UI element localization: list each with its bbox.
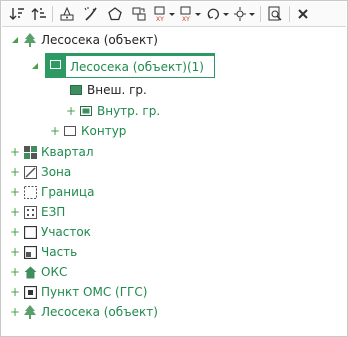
edit-icon[interactable] [58, 4, 76, 24]
tree-item-label: ЕЗП [41, 205, 66, 219]
part-icon [23, 245, 37, 259]
pin-icon[interactable] [232, 4, 256, 24]
collapse-icon[interactable] [10, 30, 20, 50]
rect-outline-icon [63, 124, 77, 138]
tree-icon [23, 305, 37, 319]
filled-rect-icon [69, 83, 83, 97]
toolbar: XY XY [2, 2, 346, 27]
sort-down-icon[interactable] [8, 4, 26, 24]
tree-item-inner-border[interactable]: + Внутр. гр. [66, 101, 160, 121]
tree-item-label: ОКС [41, 265, 68, 279]
brush-icon[interactable] [82, 4, 100, 24]
tree-item-label: Квартал [41, 145, 94, 159]
zone-icon [23, 165, 37, 179]
selected-expander[interactable] [30, 56, 40, 76]
rectangle-icon [50, 60, 61, 69]
tree-item-uchastok[interactable]: + Участок [10, 222, 91, 242]
tree-item-zona[interactable]: + Зона [10, 162, 71, 182]
tree-item-label: Внеш. гр. [87, 83, 147, 97]
expand-icon[interactable]: + [10, 302, 20, 322]
tree-item-label: Часть [41, 245, 78, 259]
quarter-icon [23, 145, 37, 159]
close-icon[interactable] [294, 4, 312, 24]
expand-icon[interactable]: + [66, 101, 76, 121]
expand-icon[interactable]: + [10, 282, 20, 302]
tree-item-label: Зона [41, 165, 72, 179]
tree-item-ezp[interactable]: + ЕЗП [10, 202, 65, 222]
expand-icon[interactable]: + [50, 121, 60, 141]
tree-item-label: Пункт ОМС (ГГС) [41, 285, 148, 299]
expand-icon[interactable]: + [10, 182, 20, 202]
tree-item-label: Внутр. гр. [97, 104, 161, 118]
expand-icon[interactable]: + [10, 222, 20, 242]
svg-text:XY: XY [182, 16, 190, 22]
border-icon [23, 185, 37, 199]
tree-icon [23, 33, 37, 47]
ezp-icon [23, 205, 37, 219]
oms-point-icon [23, 285, 37, 299]
tree-root[interactable]: Лесосека (объект) [10, 30, 158, 50]
object-tree-panel: XY XY Лесосека (объект) Лесосека (объект… [0, 0, 348, 337]
xy-transform-alt-icon[interactable]: XY [178, 4, 202, 24]
selected-tree-item[interactable]: Лесосека (объект)(1) [45, 53, 215, 78]
xy-transform-icon[interactable]: XY [152, 4, 176, 24]
tree-item-contour[interactable]: + Контур [50, 121, 126, 141]
tree-item-lesoseka[interactable]: + Лесосека (объект) [10, 302, 158, 322]
tree-root-label: Лесосека (объект) [41, 33, 158, 47]
find-icon[interactable] [266, 4, 284, 24]
tree-item-punkt-oms[interactable]: + Пункт ОМС (ГГС) [10, 282, 147, 302]
object-tree: Лесосека (объект) Лесосека (объект)(1) В… [2, 27, 346, 335]
toolbar-separator [52, 6, 53, 22]
tree-item-granitsa[interactable]: + Граница [10, 182, 94, 202]
tree-item-label: Лесосека (объект) [41, 305, 158, 319]
pentagon-icon[interactable] [106, 4, 124, 24]
toolbar-separator [260, 6, 261, 22]
expand-icon[interactable]: + [10, 142, 20, 162]
copy-layers-icon[interactable] [130, 4, 148, 24]
expand-icon[interactable]: + [10, 202, 20, 222]
tree-item-kvartal[interactable]: + Квартал [10, 142, 94, 162]
expand-icon[interactable]: + [10, 262, 20, 282]
sort-up-icon[interactable] [30, 4, 48, 24]
rotate-icon[interactable] [206, 4, 230, 24]
tree-item-label: Контур [81, 124, 127, 138]
collapse-icon[interactable] [30, 56, 40, 76]
selected-item-label-box: Лесосека (объект)(1) [66, 56, 214, 77]
expand-icon[interactable]: + [10, 162, 20, 182]
inner-rect-icon [79, 104, 93, 118]
oks-icon [23, 265, 37, 279]
svg-text:XY: XY [156, 16, 164, 22]
expand-icon[interactable]: + [10, 242, 20, 262]
selected-item-label: Лесосека (объект)(1) [70, 59, 204, 74]
tree-item-label: Граница [41, 185, 95, 199]
tree-item-oks[interactable]: + ОКС [10, 262, 67, 282]
toolbar-separator [289, 6, 290, 22]
plot-icon [23, 225, 37, 239]
tree-item-outer-border[interactable]: Внеш. гр. [66, 80, 147, 100]
tree-item-chast[interactable]: + Часть [10, 242, 77, 262]
tree-item-label: Участок [41, 225, 91, 239]
